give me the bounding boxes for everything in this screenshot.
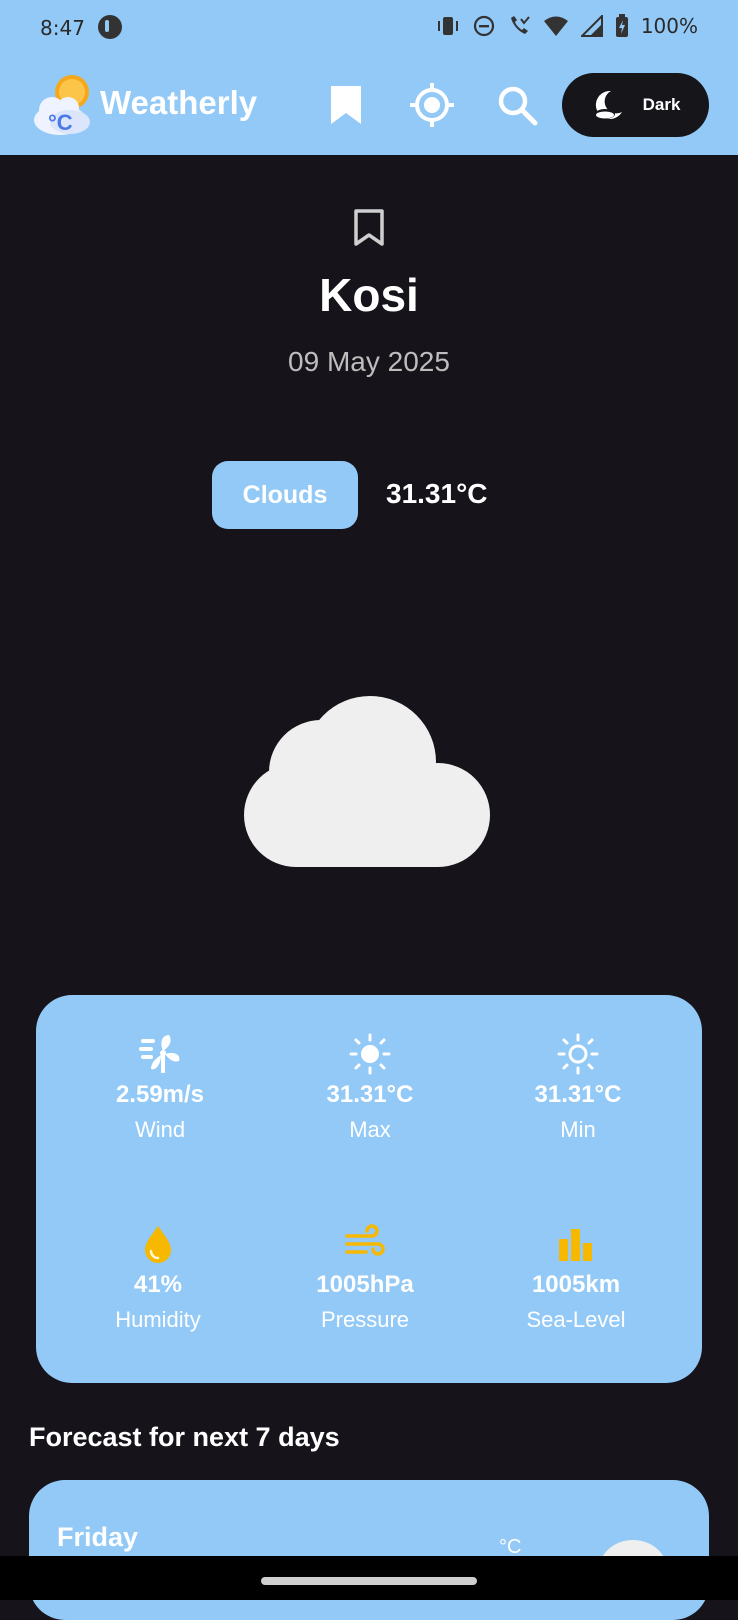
- stat-label: Humidity: [115, 1307, 201, 1332]
- cloud-weather-icon: [244, 696, 490, 867]
- stat-sea-level: 1005km Sea-Level: [476, 1223, 676, 1333]
- stat-value: 2.59m/s: [115, 1081, 205, 1108]
- vibrate-icon: [437, 17, 458, 35]
- status-icons: 100%: [435, 14, 698, 38]
- bookmark-icon: [331, 86, 361, 124]
- home-gesture-handle[interactable]: [261, 1577, 477, 1585]
- weather-stats-card: 2.59m/s Wind 31.31°C Max 31.31°C Min 41%…: [36, 995, 702, 1383]
- wifi-icon: [543, 16, 568, 36]
- weather-condition-chip: Clouds: [212, 461, 358, 529]
- stat-label: Wind: [134, 1117, 186, 1142]
- battery-charging-icon: [615, 14, 628, 37]
- battery-percentage: 100%: [640, 14, 698, 38]
- theme-toggle-button[interactable]: Dark: [562, 73, 709, 137]
- forecast-title: Forecast for next 7 days: [29, 1422, 340, 1452]
- wind-turbine-icon: [139, 1035, 180, 1073]
- stat-pressure: 1005hPa Pressure: [265, 1223, 465, 1333]
- theme-toggle-label: Dark: [642, 95, 681, 114]
- current-temperature: 31.31°C: [386, 478, 488, 509]
- stat-label: Max: [349, 1117, 391, 1142]
- stat-label: Min: [560, 1117, 596, 1142]
- wind-lines-icon: [345, 1224, 385, 1256]
- stat-value: 41%: [133, 1271, 183, 1298]
- bar-chart-icon: [559, 1229, 592, 1261]
- sun-filled-icon: [349, 1033, 391, 1075]
- status-bar: 8:47 100%: [0, 0, 738, 56]
- stat-wind: 2.59m/s Wind: [60, 1033, 260, 1143]
- svg-text:°C: °C: [48, 110, 73, 135]
- bookmark-outline-icon: [354, 209, 384, 246]
- drop-icon: [145, 1226, 171, 1263]
- stat-value: 1005km: [531, 1271, 621, 1298]
- search-button[interactable]: [493, 81, 541, 129]
- stat-value: 1005hPa: [316, 1271, 414, 1298]
- stat-label: Sea-Level: [526, 1307, 626, 1332]
- do-not-disturb-icon: [473, 15, 494, 37]
- signal-icon: [580, 15, 603, 37]
- wifi-calling-icon: [510, 16, 530, 34]
- moon-icon: [594, 90, 622, 119]
- my-location-icon: [410, 83, 454, 127]
- stat-max-temp: 31.31°C Max: [270, 1033, 470, 1143]
- search-icon: [498, 86, 538, 126]
- save-location-button[interactable]: [352, 208, 386, 253]
- stat-humidity: 41% Humidity: [58, 1223, 258, 1333]
- city-name: Kosi: [319, 269, 419, 321]
- stat-label: Pressure: [320, 1307, 410, 1332]
- current-date: 09 May 2025: [288, 346, 450, 377]
- forecast-day: Friday: [57, 1522, 139, 1552]
- app-bar: °C Weatherly Dark: [0, 56, 738, 155]
- stat-value: 31.31°C: [326, 1081, 414, 1108]
- my-location-button[interactable]: [408, 81, 456, 129]
- app-title: Weatherly: [100, 84, 258, 121]
- bookmarks-button[interactable]: [322, 81, 370, 129]
- stat-value: 31.31°C: [534, 1081, 622, 1108]
- sun-outline-icon: [557, 1033, 599, 1075]
- app-notification-icon: [98, 15, 122, 39]
- stat-min-temp: 31.31°C Min: [478, 1033, 678, 1143]
- app-logo-icon: °C: [34, 75, 90, 135]
- status-time: 8:47: [40, 16, 85, 40]
